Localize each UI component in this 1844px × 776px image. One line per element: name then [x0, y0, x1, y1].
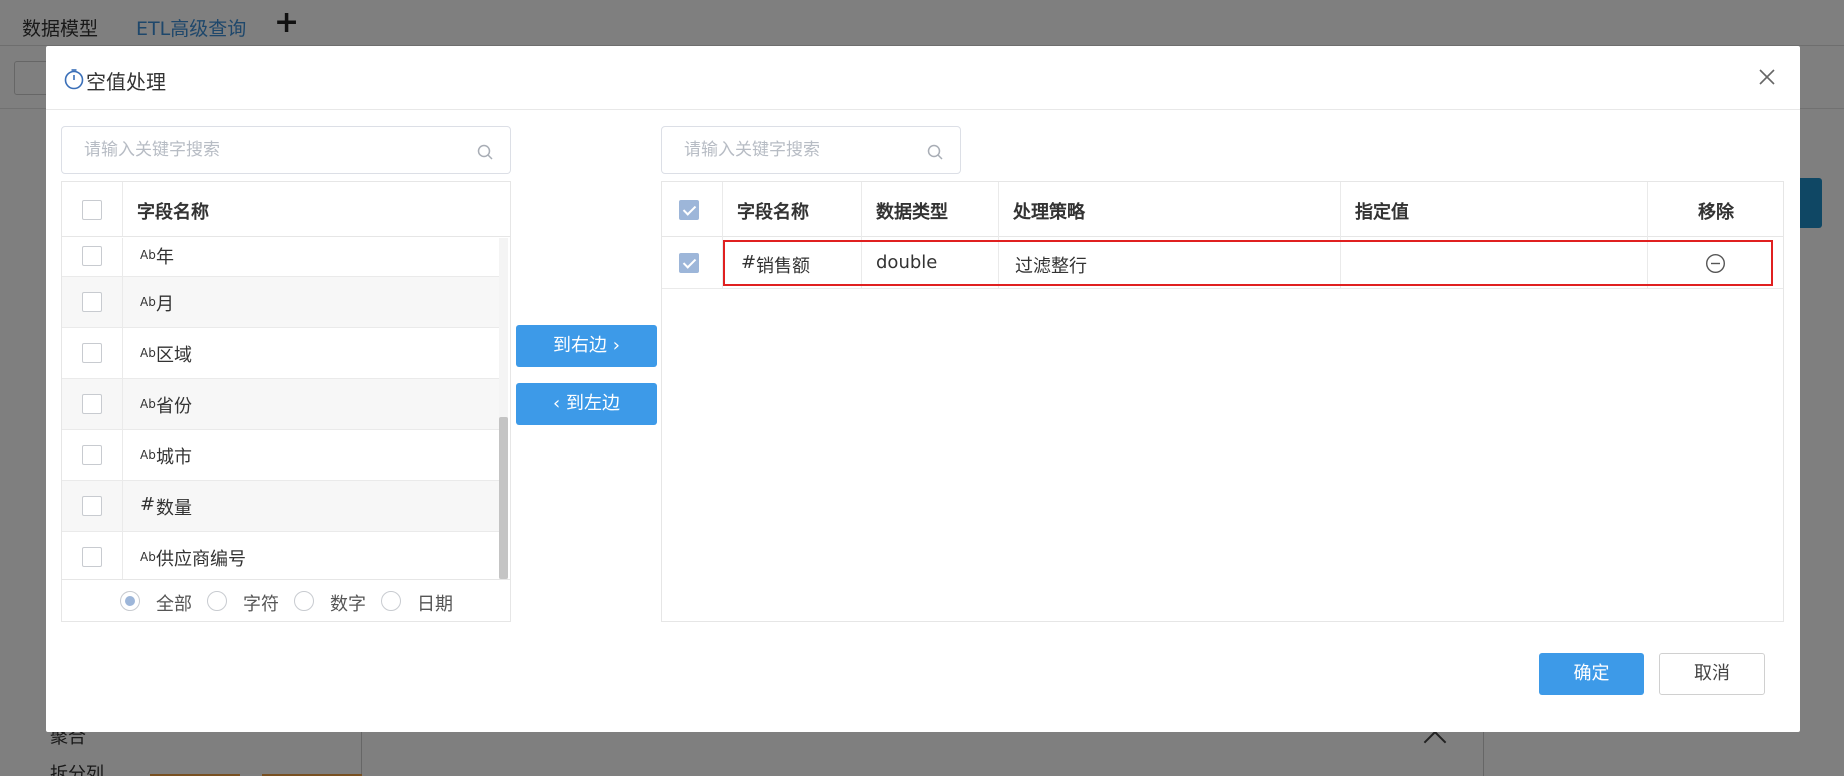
list-item[interactable]: # 数量 [62, 481, 500, 532]
field-name: 数量 [156, 498, 192, 519]
select-all-checkbox[interactable] [679, 200, 699, 220]
text-type-icon: Ab [140, 295, 156, 309]
filter-all-label[interactable]: 全部 [156, 590, 192, 616]
column-divider [122, 481, 123, 531]
field-name: 供应商编号 [156, 549, 246, 570]
filter-date-radio[interactable] [381, 591, 401, 611]
column-divider [122, 238, 123, 276]
text-type-icon: Ab [140, 397, 156, 411]
confirm-button[interactable]: 确定 [1539, 653, 1644, 695]
column-divider [122, 277, 123, 327]
column-divider [122, 182, 123, 236]
filter-number-radio[interactable] [294, 591, 314, 611]
row-checkbox[interactable] [82, 292, 102, 312]
text-type-icon: Ab [140, 448, 156, 462]
field-name: 省份 [156, 396, 192, 417]
null-value-dialog: 空值处理 字段名称 Ab 年 [46, 46, 1800, 732]
select-all-checkbox[interactable] [82, 200, 102, 220]
scrollbar-thumb[interactable] [499, 417, 508, 579]
field-name: 区域 [156, 345, 192, 366]
source-field-list: 字段名称 Ab 年 Ab 月 Ab 区域 Ab 省份 Ab 城市 # 数量 Ab… [61, 181, 511, 622]
column-divider [122, 379, 123, 429]
row-checkbox[interactable] [82, 547, 102, 567]
filter-text-label[interactable]: 字符 [243, 590, 279, 616]
filter-all-radio[interactable] [120, 591, 140, 611]
selected-field-table: 字段名称 数据类型 处理策略 指定值 移除 # 销售额 double 过滤整行 [661, 181, 1784, 622]
timer-icon [64, 69, 84, 90]
right-search-box [661, 126, 961, 174]
text-type-icon: Ab [140, 550, 156, 564]
field-list-body: Ab 年 Ab 月 Ab 区域 Ab 省份 Ab 城市 # 数量 Ab 供应商编… [62, 238, 500, 579]
field-name: 月 [156, 294, 174, 315]
row-checkbox[interactable] [82, 246, 102, 266]
row-checkbox[interactable] [82, 496, 102, 516]
list-item[interactable]: Ab 区域 [62, 328, 500, 379]
filter-text-radio[interactable] [207, 591, 227, 611]
right-search-input[interactable] [662, 127, 960, 173]
list-item[interactable]: Ab 月 [62, 277, 500, 328]
row-checkbox[interactable] [82, 343, 102, 363]
header-strategy: 处理策略 [1013, 202, 1085, 223]
header-field-name: 字段名称 [737, 202, 809, 223]
list-item[interactable]: Ab 供应商编号 [62, 532, 500, 579]
search-icon[interactable] [476, 143, 494, 161]
field-name: 城市 [156, 447, 192, 468]
header-remove: 移除 [1698, 202, 1734, 223]
search-icon[interactable] [926, 143, 944, 161]
header-specified-value: 指定值 [1355, 202, 1409, 223]
column-divider [122, 430, 123, 480]
close-icon[interactable] [1756, 66, 1778, 88]
row-checkbox[interactable] [82, 394, 102, 414]
column-divider [122, 328, 123, 378]
text-type-icon: Ab [140, 248, 156, 262]
dialog-title: 空值处理 [86, 70, 166, 94]
left-search-box [61, 126, 511, 174]
cancel-button[interactable]: 取消 [1659, 653, 1765, 695]
move-right-button[interactable]: 到右边 › [516, 325, 657, 367]
header-data-type: 数据类型 [876, 202, 948, 223]
column-divider [122, 532, 123, 579]
type-filter-group: 全部 字符 数字 日期 [62, 579, 510, 622]
number-type-icon: # [140, 494, 156, 515]
text-type-icon: Ab [140, 346, 156, 360]
highlight-box [723, 240, 1773, 286]
left-search-input[interactable] [62, 127, 510, 173]
filter-number-label[interactable]: 数字 [330, 590, 366, 616]
list-item[interactable]: Ab 年 [62, 238, 500, 277]
move-left-button[interactable]: ‹ 到左边 [516, 383, 657, 425]
list-header: 字段名称 [62, 182, 510, 237]
row-checkbox[interactable] [679, 253, 699, 273]
row-checkbox[interactable] [82, 445, 102, 465]
filter-date-label[interactable]: 日期 [417, 590, 453, 616]
list-item[interactable]: Ab 省份 [62, 379, 500, 430]
table-header: 字段名称 数据类型 处理策略 指定值 移除 [662, 182, 1783, 237]
dialog-header: 空值处理 [46, 46, 1800, 110]
list-item[interactable]: Ab 城市 [62, 430, 500, 481]
field-name: 年 [156, 247, 174, 268]
field-name-header: 字段名称 [137, 202, 209, 223]
